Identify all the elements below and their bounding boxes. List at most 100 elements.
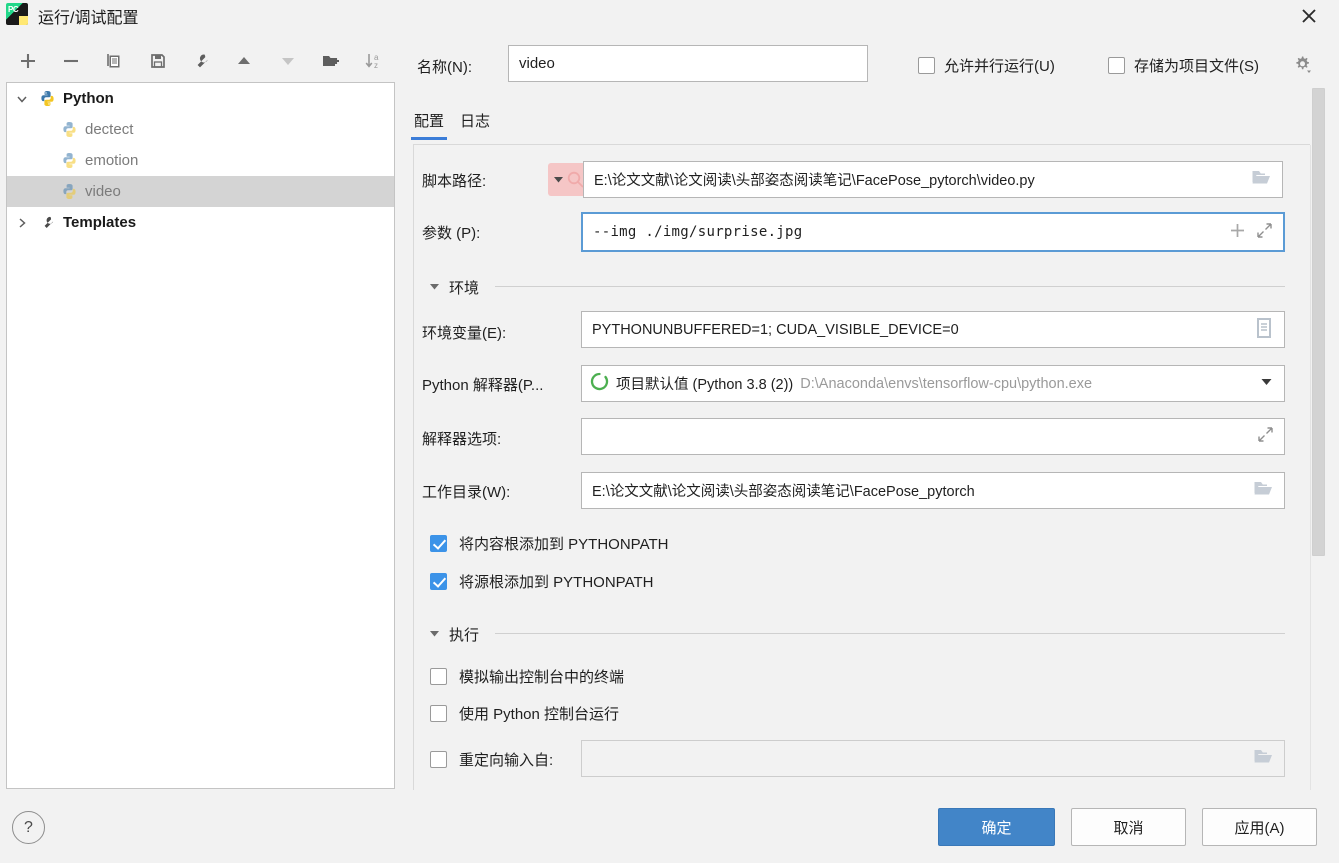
tab-logs[interactable]: 日志 bbox=[460, 110, 490, 140]
chevron-right-icon[interactable] bbox=[7, 216, 37, 230]
plus-icon[interactable] bbox=[1229, 222, 1246, 243]
name-input[interactable]: video bbox=[508, 45, 868, 82]
checkbox-box bbox=[430, 668, 447, 685]
parameters-value: --img ./img/surprise.jpg bbox=[593, 224, 803, 240]
parameters-input[interactable]: --img ./img/surprise.jpg bbox=[581, 212, 1285, 252]
checkbox-box bbox=[430, 751, 447, 768]
edit-templates-button[interactable] bbox=[179, 44, 222, 78]
working-directory-value: E:\论文文献\论文阅读\头部姿态阅读笔记\FacePose_pytorch bbox=[592, 484, 975, 500]
env-vars-value: PYTHONUNBUFFERED=1; CUDA_VISIBLE_DEVICE=… bbox=[592, 321, 959, 338]
tree-node-label: Python bbox=[63, 90, 114, 107]
checkbox-box bbox=[1108, 57, 1125, 74]
checkbox-box bbox=[430, 535, 447, 552]
python-file-icon bbox=[59, 152, 79, 170]
move-up-button[interactable] bbox=[223, 44, 266, 78]
remove-configuration-button[interactable] bbox=[49, 44, 92, 78]
run-debug-configurations-dialog: 运行/调试配置 bbox=[0, 0, 1339, 863]
expand-icon[interactable] bbox=[1256, 222, 1273, 243]
tree-node-label: dectect bbox=[85, 121, 134, 138]
checkbox-box bbox=[430, 573, 447, 590]
name-field-label: 名称(N): bbox=[417, 59, 472, 76]
add-configuration-button[interactable] bbox=[6, 44, 49, 78]
wrench-icon bbox=[37, 214, 57, 232]
svg-text:z: z bbox=[374, 61, 378, 70]
triangle-down-icon[interactable] bbox=[428, 280, 441, 296]
add-content-roots-checkbox[interactable]: 将内容根添加到 PYTHONPATH bbox=[430, 533, 668, 554]
tree-node-templates[interactable]: Templates bbox=[7, 207, 394, 238]
redirect-input-field[interactable] bbox=[581, 740, 1285, 777]
tree-node-label: video bbox=[85, 183, 121, 200]
interpreter-options-input[interactable] bbox=[581, 418, 1285, 455]
cancel-button[interactable]: 取消 bbox=[1071, 808, 1186, 846]
checkbox-label: 将内容根添加到 PYTHONPATH bbox=[459, 536, 669, 553]
move-down-button[interactable] bbox=[266, 44, 309, 78]
interpreter-options-label: 解释器选项: bbox=[422, 431, 502, 448]
tree-node-python[interactable]: Python bbox=[7, 83, 394, 114]
working-directory-input[interactable]: E:\论文文献\论文阅读\头部姿态阅读笔记\FacePose_pytorch bbox=[581, 472, 1285, 509]
tree-node-emotion[interactable]: emotion bbox=[7, 145, 394, 176]
tree-node-label: Templates bbox=[63, 214, 137, 231]
add-source-roots-checkbox[interactable]: 将源根添加到 PYTHONPATH bbox=[430, 571, 653, 592]
interpreter-dropdown[interactable]: 项目默认值 (Python 3.8 (2)) D:\Anaconda\envs\… bbox=[581, 365, 1285, 402]
tree-node-video[interactable]: video bbox=[7, 176, 394, 207]
tab-configuration[interactable]: 配置 bbox=[410, 110, 448, 140]
folder-icon[interactable] bbox=[1253, 479, 1274, 502]
apply-button[interactable]: 应用(A) bbox=[1202, 808, 1317, 846]
copy-configuration-button[interactable] bbox=[93, 44, 136, 78]
save-configuration-button[interactable] bbox=[136, 44, 179, 78]
python-file-icon bbox=[59, 121, 79, 139]
folder-icon[interactable] bbox=[1251, 168, 1272, 191]
checkbox-label: 使用 Python 控制台运行 bbox=[459, 706, 620, 723]
content-scrollbar-thumb[interactable] bbox=[1312, 88, 1325, 556]
chevron-down-icon[interactable] bbox=[7, 92, 37, 106]
checkbox-label: 允许并行运行(U) bbox=[944, 58, 1055, 75]
environment-section-title: 环境 bbox=[449, 280, 480, 297]
help-button[interactable]: ? bbox=[12, 811, 45, 844]
checkbox-label: 将源根添加到 PYTHONPATH bbox=[459, 574, 654, 591]
ok-button[interactable]: 确定 bbox=[938, 808, 1055, 846]
script-path-label: 脚本路径: bbox=[422, 173, 487, 190]
tree-node-label: emotion bbox=[85, 152, 139, 169]
title-bar: 运行/调试配置 bbox=[0, 0, 1339, 34]
checkbox-label: 存储为项目文件(S) bbox=[1134, 58, 1259, 75]
redirect-input-checkbox[interactable]: 重定向输入自: bbox=[430, 749, 553, 770]
triangle-down-icon[interactable] bbox=[428, 627, 441, 643]
allow-parallel-run-checkbox[interactable]: 允许并行运行(U) bbox=[918, 55, 1055, 76]
interpreter-label: Python 解释器(P... bbox=[422, 377, 544, 394]
tree-node-dectect[interactable]: dectect bbox=[7, 114, 394, 145]
working-directory-label: 工作目录(W): bbox=[422, 484, 511, 501]
execution-section-header[interactable]: 执行 bbox=[428, 624, 479, 645]
folder-icon[interactable] bbox=[1253, 747, 1274, 770]
configurations-toolbar: a z bbox=[6, 42, 396, 80]
sort-configurations-button[interactable]: a z bbox=[353, 44, 396, 78]
gear-icon[interactable] bbox=[1292, 54, 1313, 78]
list-edit-icon[interactable] bbox=[1254, 317, 1274, 343]
parameters-label: 参数 (P): bbox=[422, 225, 481, 242]
env-vars-input[interactable]: PYTHONUNBUFFERED=1; CUDA_VISIBLE_DEVICE=… bbox=[581, 311, 1285, 348]
interpreter-value: 项目默认值 (Python 3.8 (2)) bbox=[616, 377, 794, 393]
checkbox-label: 重定向输入自: bbox=[459, 752, 554, 769]
checkbox-box bbox=[430, 705, 447, 722]
new-folder-button[interactable] bbox=[309, 44, 352, 78]
env-vars-label: 环境变量(E): bbox=[422, 325, 507, 342]
close-icon[interactable] bbox=[1287, 0, 1331, 32]
python-env-icon bbox=[590, 372, 609, 395]
script-path-search-dropdown-icon[interactable] bbox=[548, 163, 588, 196]
emulate-terminal-checkbox[interactable]: 模拟输出控制台中的终端 bbox=[430, 666, 624, 687]
settings-tabs: 配置 日志 bbox=[410, 110, 490, 140]
environment-section-header[interactable]: 环境 bbox=[428, 277, 479, 298]
run-with-python-console-checkbox[interactable]: 使用 Python 控制台运行 bbox=[430, 703, 619, 724]
execution-section-title: 执行 bbox=[449, 627, 480, 644]
python-file-icon bbox=[59, 183, 79, 201]
interpreter-path: D:\Anaconda\envs\tensorflow-cpu\python.e… bbox=[800, 375, 1093, 392]
window-title: 运行/调试配置 bbox=[38, 10, 139, 27]
chevron-down-icon[interactable] bbox=[1259, 374, 1274, 393]
section-divider bbox=[495, 286, 1285, 287]
section-divider bbox=[495, 633, 1285, 634]
checkbox-label: 模拟输出控制台中的终端 bbox=[459, 669, 625, 686]
checkbox-box bbox=[918, 57, 935, 74]
script-path-input[interactable]: E:\论文文献\论文阅读\头部姿态阅读笔记\FacePose_pytorch\v… bbox=[583, 161, 1283, 198]
store-as-project-file-checkbox[interactable]: 存储为项目文件(S) bbox=[1108, 55, 1259, 76]
expand-icon[interactable] bbox=[1257, 426, 1274, 447]
python-icon bbox=[37, 90, 57, 108]
